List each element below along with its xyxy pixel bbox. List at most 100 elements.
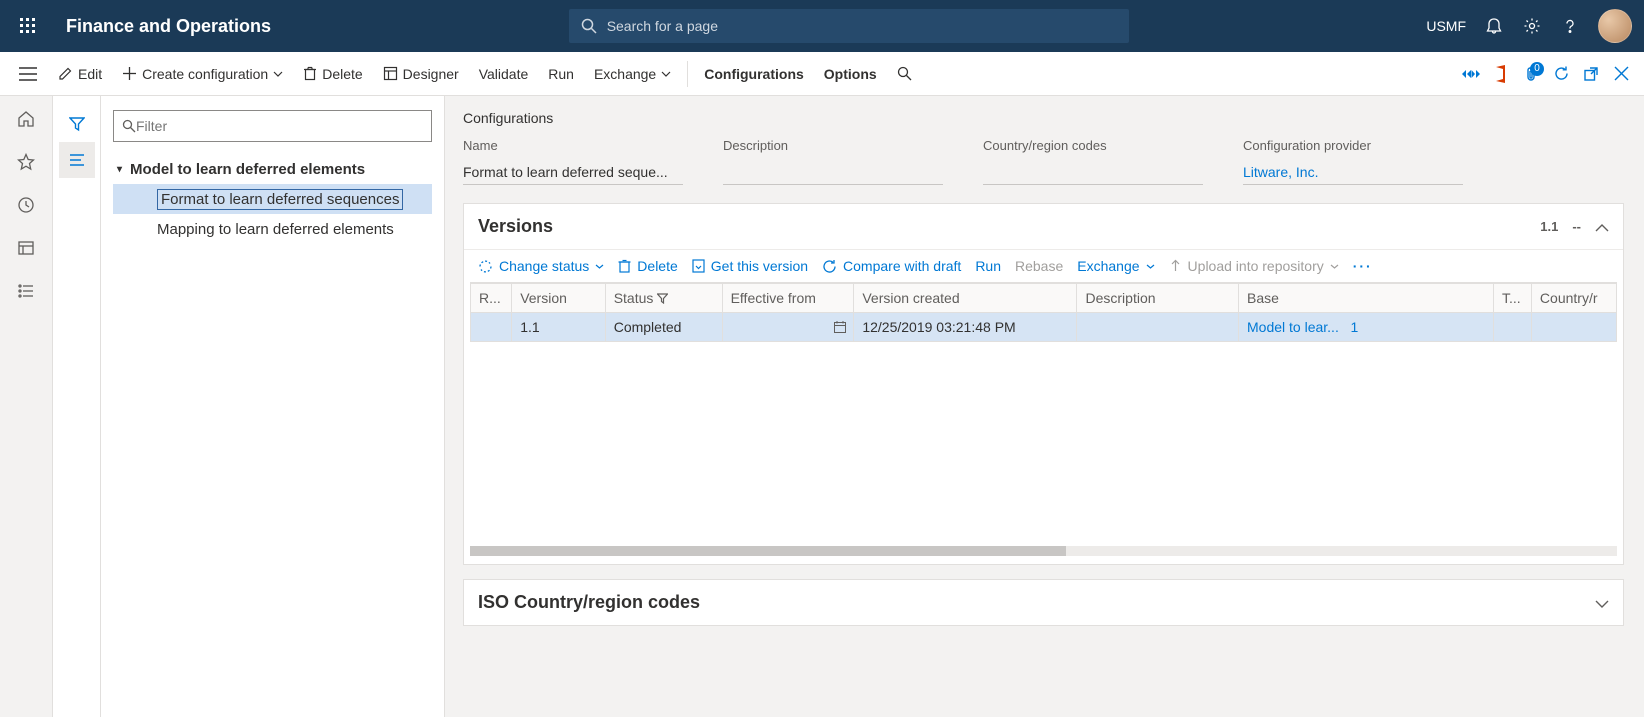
settings-icon[interactable] — [1522, 16, 1542, 36]
tree-root[interactable]: ▾ Model to learn deferred elements — [113, 154, 432, 184]
label-name: Name — [463, 138, 683, 153]
tree-filter-input[interactable] — [113, 110, 432, 142]
popout-icon[interactable] — [1576, 66, 1606, 82]
attachments-icon[interactable] — [1516, 65, 1546, 83]
calendar-icon — [833, 320, 847, 334]
cell-t[interactable] — [1494, 313, 1532, 342]
find-button[interactable] — [887, 60, 922, 87]
cell-base[interactable]: Model to lear... 1 — [1239, 313, 1494, 342]
iso-card: ISO Country/region codes — [463, 579, 1624, 626]
versions-dash: -- — [1572, 219, 1581, 234]
version-delete-button[interactable]: Delete — [618, 258, 677, 274]
brand-title: Finance and Operations — [66, 16, 271, 37]
tree-list-icon[interactable] — [59, 142, 95, 178]
col-version[interactable]: Version — [512, 284, 606, 313]
compare-draft-button[interactable]: Compare with draft — [822, 258, 961, 274]
rebase-button: Rebase — [1015, 258, 1063, 274]
value-provider[interactable]: Litware, Inc. — [1243, 159, 1463, 185]
create-configuration-button[interactable]: Create configuration — [112, 60, 293, 88]
chevron-down-icon — [661, 71, 671, 77]
cell-effective[interactable] — [722, 313, 854, 342]
designer-icon — [383, 66, 398, 81]
change-status-button[interactable]: Change status — [478, 258, 604, 274]
refresh-icon[interactable] — [1546, 65, 1576, 82]
workspaces-icon[interactable] — [17, 239, 35, 260]
menu-toggle-icon[interactable] — [8, 67, 48, 81]
chevron-down-icon — [273, 71, 283, 77]
col-description[interactable]: Description — [1077, 284, 1239, 313]
chevron-down-icon — [1330, 264, 1339, 269]
help-icon[interactable] — [1560, 16, 1580, 36]
pencil-icon — [58, 66, 73, 81]
main-content: Configurations Name Format to learn defe… — [445, 96, 1644, 717]
run-button[interactable]: Run — [538, 60, 584, 88]
col-t[interactable]: T... — [1494, 284, 1532, 313]
get-version-button[interactable]: Get this version — [692, 258, 808, 274]
label-codes: Country/region codes — [983, 138, 1203, 153]
search-icon — [897, 66, 912, 81]
tree-filter-icon[interactable] — [59, 106, 95, 142]
company-picker[interactable]: USMF — [1426, 18, 1466, 34]
tree-item-format[interactable]: Format to learn deferred sequences — [113, 184, 432, 214]
value-name[interactable]: Format to learn deferred seque... — [463, 159, 683, 185]
col-base[interactable]: Base — [1239, 284, 1494, 313]
col-country[interactable]: Country/r — [1531, 284, 1616, 313]
filter-field[interactable] — [136, 118, 423, 134]
filter-icon — [657, 293, 668, 304]
options-tab[interactable]: Options — [814, 60, 887, 88]
label-provider: Configuration provider — [1243, 138, 1463, 153]
search-icon — [122, 119, 136, 133]
caret-icon: ▾ — [117, 164, 122, 175]
upload-icon — [1169, 259, 1182, 273]
value-codes[interactable] — [983, 159, 1203, 185]
tree-column: ▾ Model to learn deferred elements Forma… — [53, 96, 445, 717]
designer-button[interactable]: Designer — [373, 60, 469, 88]
home-icon[interactable] — [17, 110, 35, 131]
col-status[interactable]: Status — [605, 284, 722, 313]
chevron-down-icon — [595, 264, 604, 269]
trash-icon — [303, 66, 317, 81]
version-exchange-button[interactable]: Exchange — [1077, 258, 1154, 274]
cell-status[interactable]: Completed — [605, 313, 722, 342]
trash-icon — [618, 259, 631, 273]
iso-title: ISO Country/region codes — [478, 592, 1595, 613]
version-run-button[interactable]: Run — [975, 258, 1001, 274]
col-r[interactable]: R... — [471, 284, 512, 313]
waffle-icon[interactable] — [12, 18, 44, 34]
exchange-button[interactable]: Exchange — [584, 60, 681, 88]
versions-title: Versions — [478, 216, 1540, 237]
configurations-tab[interactable]: Configurations — [694, 60, 814, 88]
col-created[interactable]: Version created — [854, 284, 1077, 313]
cell-country[interactable] — [1531, 313, 1616, 342]
versions-collapse-icon[interactable] — [1595, 216, 1609, 237]
upload-repository-button: Upload into repository — [1169, 258, 1339, 274]
value-description[interactable] — [723, 159, 943, 185]
delete-button[interactable]: Delete — [293, 60, 372, 88]
cell-description[interactable] — [1077, 313, 1239, 342]
global-search[interactable]: Search for a page — [569, 9, 1129, 43]
compare-icon — [822, 259, 837, 274]
modules-icon[interactable] — [17, 282, 35, 303]
edit-button[interactable]: Edit — [48, 60, 112, 88]
grid-h-scrollbar[interactable] — [470, 546, 1617, 556]
tree-item-mapping[interactable]: Mapping to learn deferred elements — [113, 214, 432, 244]
alert-icon[interactable] — [1484, 16, 1504, 36]
iso-expand-icon[interactable] — [1595, 592, 1609, 613]
close-icon[interactable] — [1606, 66, 1636, 81]
connected-app-icon[interactable] — [1456, 68, 1486, 80]
command-bar: Edit Create configuration Delete Designe… — [0, 52, 1644, 96]
top-bar: Finance and Operations Search for a page… — [0, 0, 1644, 52]
office-icon[interactable] — [1486, 65, 1516, 83]
user-avatar[interactable] — [1598, 9, 1632, 43]
favorites-icon[interactable] — [17, 153, 35, 174]
cell-created[interactable]: 12/25/2019 03:21:48 PM — [854, 313, 1077, 342]
status-icon — [478, 259, 493, 274]
validate-button[interactable]: Validate — [469, 60, 539, 88]
version-row[interactable]: 1.1 Completed 12/25/2019 03:21:48 PM Mod… — [471, 313, 1617, 342]
col-effective[interactable]: Effective from — [722, 284, 854, 313]
more-button[interactable]: ··· — [1353, 258, 1373, 274]
versions-current: 1.1 — [1540, 219, 1558, 234]
label-description: Description — [723, 138, 943, 153]
recent-icon[interactable] — [17, 196, 35, 217]
cell-version[interactable]: 1.1 — [512, 313, 606, 342]
